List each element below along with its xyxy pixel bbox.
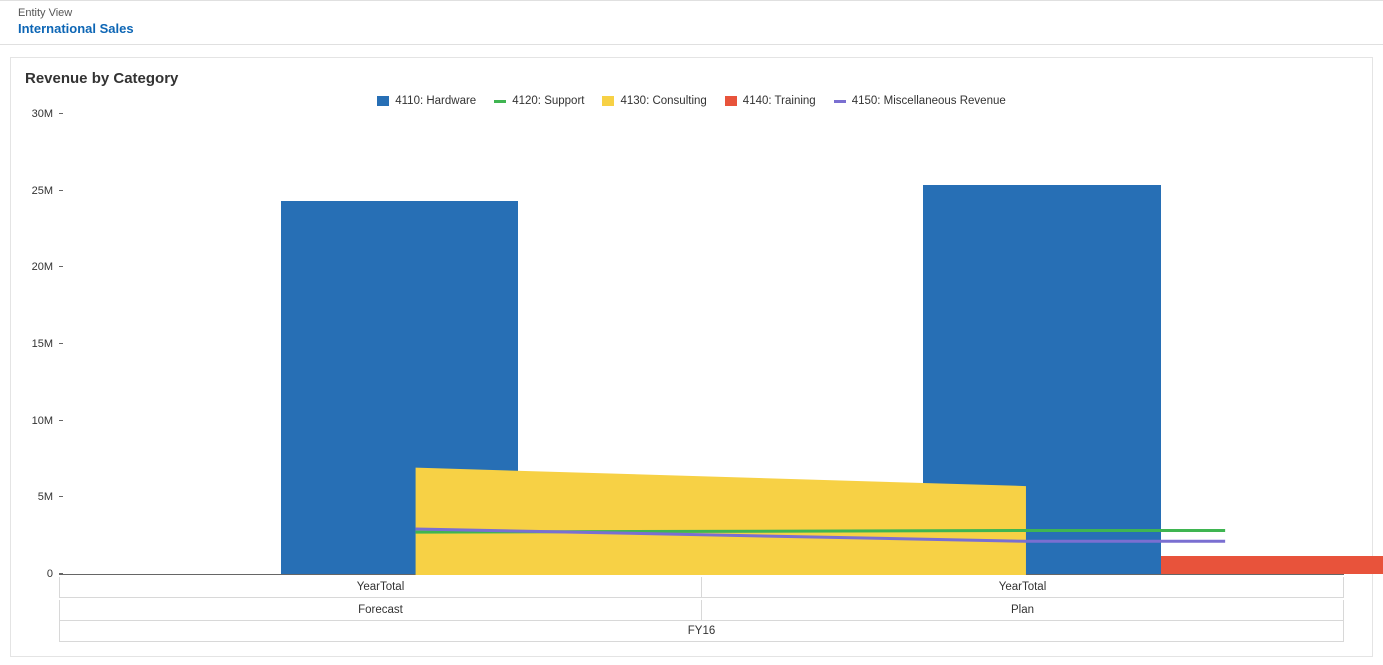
bar-hardware[interactable]	[281, 201, 519, 574]
legend-label: 4140: Training	[743, 95, 816, 107]
legend: 4110: Hardware 4120: Support 4130: Consu…	[19, 95, 1364, 107]
breadcrumb[interactable]: Entity View	[18, 7, 1365, 19]
x-group-0: Forecast	[59, 600, 702, 621]
y-tick-label: 30M	[21, 108, 53, 120]
y-tick-label: 15M	[21, 338, 53, 350]
swatch-icon	[725, 96, 737, 106]
chart-panel: Revenue by Category 4110: Hardware 4120:…	[10, 57, 1373, 657]
y-tick-label: 5M	[21, 491, 53, 503]
bar-training[interactable]	[1161, 556, 1383, 574]
legend-item-misc[interactable]: 4150: Miscellaneous Revenue	[834, 95, 1006, 107]
x-axis-row-2: Forecast Plan	[59, 600, 1344, 621]
legend-label: 4120: Support	[512, 95, 584, 107]
chart-title: Revenue by Category	[25, 70, 1364, 87]
y-tick-label: 25M	[21, 185, 53, 197]
bar-training[interactable]	[518, 557, 756, 574]
entity-title[interactable]: International Sales	[18, 21, 1365, 36]
y-tick-label: 20M	[21, 261, 53, 273]
y-tick-label: 0	[21, 568, 53, 580]
swatch-icon	[494, 100, 506, 103]
page-header: Entity View International Sales	[0, 0, 1383, 45]
x-category-0: YearTotal	[59, 577, 702, 598]
legend-item-hardware[interactable]: 4110: Hardware	[377, 95, 476, 107]
legend-label: 4130: Consulting	[620, 95, 706, 107]
legend-item-consulting[interactable]: 4130: Consulting	[602, 95, 706, 107]
swatch-icon	[602, 96, 614, 106]
legend-item-training[interactable]: 4140: Training	[725, 95, 816, 107]
x-group-1: Plan	[702, 600, 1344, 621]
swatch-icon	[834, 100, 846, 103]
bar-hardware[interactable]	[923, 185, 1161, 574]
x-category-1: YearTotal	[702, 577, 1344, 598]
swatch-icon	[377, 96, 389, 106]
x-axis-row-1: YearTotal YearTotal	[59, 577, 1344, 598]
y-tick-label: 10M	[21, 415, 53, 427]
legend-item-support[interactable]: 4120: Support	[494, 95, 584, 107]
legend-label: 4150: Miscellaneous Revenue	[852, 95, 1006, 107]
chart-plot-area: 05M10M15M20M25M30M	[59, 115, 1344, 575]
legend-label: 4110: Hardware	[395, 95, 476, 107]
x-axis-parent: FY16	[59, 621, 1344, 642]
